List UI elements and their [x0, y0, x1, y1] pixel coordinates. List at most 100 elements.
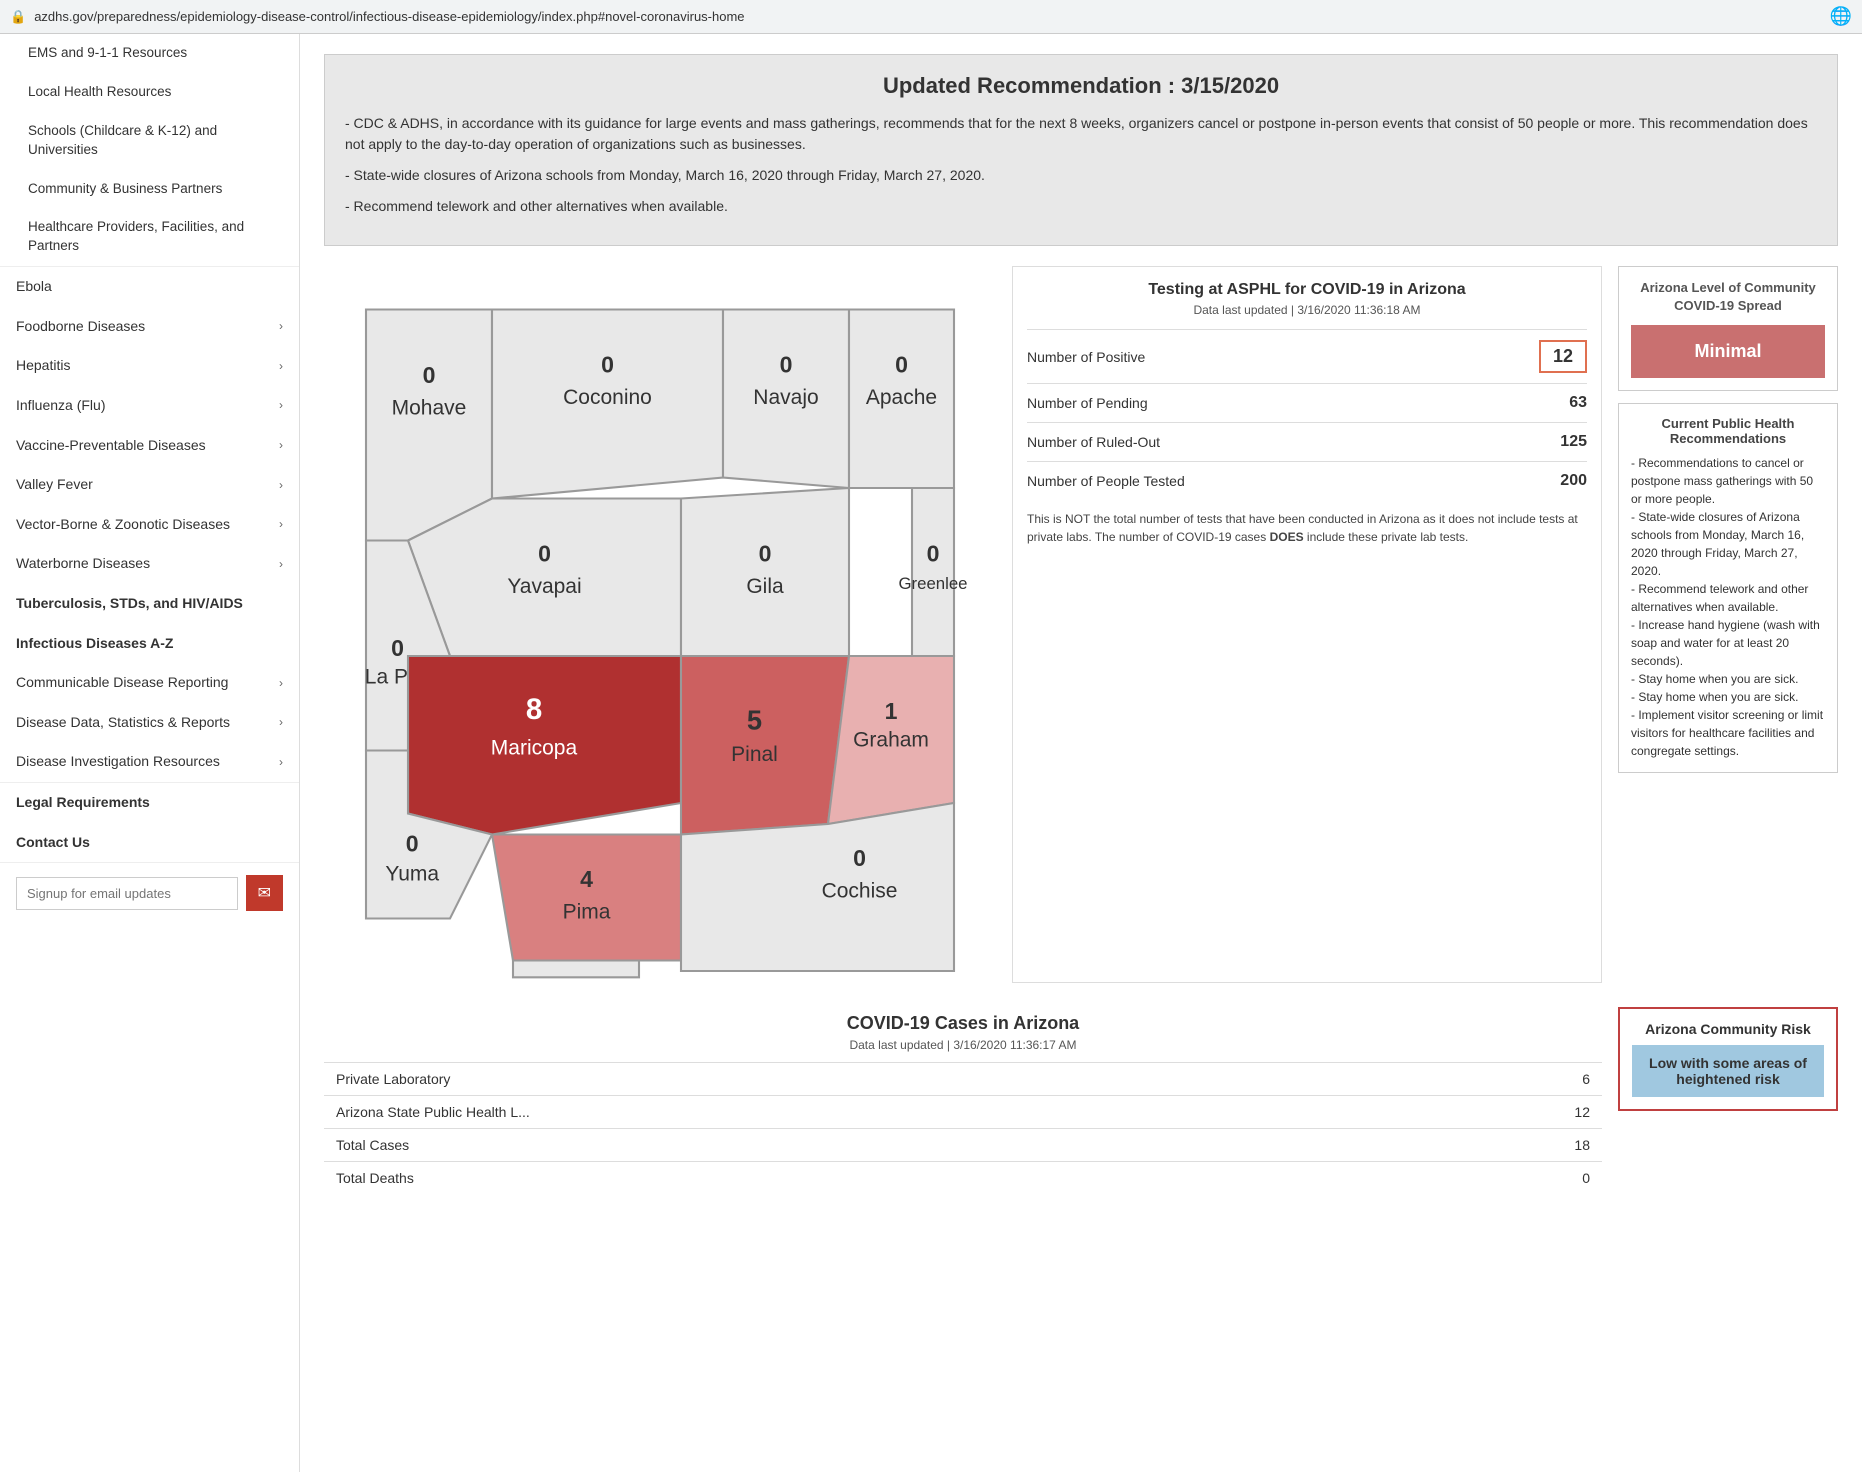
svg-text:5: 5: [747, 705, 762, 736]
chevron-right-icon: ›: [279, 714, 283, 731]
pima-county: [492, 835, 681, 961]
svg-text:0: 0: [391, 635, 404, 661]
testing-row-positive: Number of Positive 12: [1027, 329, 1587, 383]
santacruz-county: [513, 961, 639, 978]
people-tested-value: 200: [1560, 472, 1587, 490]
svg-text:Cochise: Cochise: [822, 880, 898, 903]
sidebar-item-vaccine[interactable]: Vaccine-Preventable Diseases ›: [0, 426, 299, 466]
svg-text:1: 1: [885, 698, 898, 724]
chevron-right-icon: ›: [279, 675, 283, 692]
cases-table: Private Laboratory 6 Arizona State Publi…: [324, 1062, 1602, 1194]
sidebar-item-valley-fever[interactable]: Valley Fever ›: [0, 465, 299, 505]
chevron-right-icon: ›: [279, 754, 283, 771]
total-deaths-label: Total Deaths: [324, 1162, 1405, 1195]
arizona-map-svg: 0 Mohave 0 Coconino 0 Navajo 0 Apache: [324, 266, 996, 983]
svg-text:0: 0: [895, 352, 908, 378]
svg-text:Yavapai: Yavapai: [507, 575, 581, 598]
sidebar-item-ems[interactable]: EMS and 9-1-1 Resources: [0, 34, 299, 73]
browser-url: azdhs.gov/preparedness/epidemiology-dise…: [34, 9, 1821, 24]
svg-text:0: 0: [423, 362, 436, 388]
email-input[interactable]: [16, 877, 238, 910]
chevron-right-icon: ›: [279, 556, 283, 573]
svg-text:0: 0: [406, 830, 419, 856]
sidebar-item-influenza[interactable]: Influenza (Flu) ›: [0, 386, 299, 426]
email-submit-button[interactable]: ✉: [246, 875, 283, 911]
community-risk-title: Arizona Community Risk: [1632, 1021, 1824, 1037]
testing-box: Testing at ASPHL for COVID-19 in Arizona…: [1012, 266, 1602, 983]
asphl-value: 12: [1405, 1096, 1602, 1129]
svg-text:Navajo: Navajo: [753, 386, 818, 409]
sidebar-item-waterborne[interactable]: Waterborne Diseases ›: [0, 544, 299, 584]
sidebar-item-contact[interactable]: Contact Us: [0, 823, 299, 863]
svg-text:Greenlee: Greenlee: [898, 574, 967, 593]
svg-text:0: 0: [538, 541, 551, 567]
svg-text:Pima: Pima: [563, 901, 611, 924]
testing-note: This is NOT the total number of tests th…: [1027, 510, 1587, 546]
sidebar-item-communicable[interactable]: Communicable Disease Reporting ›: [0, 663, 299, 703]
public-health-recommendations: - Recommendations to cancel or postpone …: [1631, 454, 1825, 760]
az-map-area: 0 Mohave 0 Coconino 0 Navajo 0 Apache: [324, 266, 996, 983]
chevron-right-icon: ›: [279, 318, 283, 335]
sidebar-item-community-business[interactable]: Community & Business Partners: [0, 170, 299, 209]
svg-text:Gila: Gila: [746, 575, 784, 598]
right-panel: Arizona Level of Community COVID-19 Spre…: [1618, 266, 1838, 983]
sidebar-item-schools[interactable]: Schools (Childcare & K-12) and Universit…: [0, 112, 299, 170]
table-row: Total Deaths 0: [324, 1162, 1602, 1195]
community-spread-title: Arizona Level of Community COVID-19 Spre…: [1631, 279, 1825, 315]
testing-row-people-tested: Number of People Tested 200: [1027, 461, 1587, 500]
community-spread-box: Arizona Level of Community COVID-19 Spre…: [1618, 266, 1838, 391]
translate-icon[interactable]: 🌐: [1830, 6, 1852, 27]
chevron-right-icon: ›: [279, 477, 283, 494]
recommendation-para-2: - State-wide closures of Arizona schools…: [345, 165, 1817, 186]
svg-text:0: 0: [759, 541, 772, 567]
greenlee-county: [912, 488, 954, 656]
public-health-box: Current Public Health Recommendations - …: [1618, 403, 1838, 773]
middle-row: 0 Mohave 0 Coconino 0 Navajo 0 Apache: [324, 266, 1838, 983]
recommendation-box: Updated Recommendation : 3/15/2020 - CDC…: [324, 54, 1838, 246]
sidebar-item-foodborne[interactable]: Foodborne Diseases ›: [0, 307, 299, 347]
sidebar-item-local-health[interactable]: Local Health Resources: [0, 73, 299, 112]
main-content: Updated Recommendation : 3/15/2020 - CDC…: [300, 34, 1862, 1472]
sidebar-item-hepatitis[interactable]: Hepatitis ›: [0, 346, 299, 386]
testing-row-ruled-out: Number of Ruled-Out 125: [1027, 422, 1587, 461]
ruled-out-value: 125: [1560, 433, 1587, 451]
recommendation-para-3: - Recommend telework and other alternati…: [345, 196, 1817, 217]
sidebar-item-tuberculosis[interactable]: Tuberculosis, STDs, and HIV/AIDS: [0, 584, 299, 624]
sidebar-item-ebola[interactable]: Ebola: [0, 267, 299, 307]
pending-label: Number of Pending: [1027, 395, 1148, 411]
svg-text:Mohave: Mohave: [392, 397, 467, 420]
sidebar-bottom-section: Legal Requirements Contact Us: [0, 783, 299, 863]
mohave-county: [366, 310, 492, 541]
svg-text:Graham: Graham: [853, 728, 929, 751]
svg-text:0: 0: [927, 541, 940, 567]
sidebar-item-disease-data[interactable]: Disease Data, Statistics & Reports ›: [0, 703, 299, 743]
community-spread-level: Minimal: [1631, 325, 1825, 378]
sidebar: EMS and 9-1-1 Resources Local Health Res…: [0, 34, 300, 1472]
ruled-out-label: Number of Ruled-Out: [1027, 434, 1160, 450]
sidebar-item-disease-investigation[interactable]: Disease Investigation Resources ›: [0, 742, 299, 782]
table-row: Private Laboratory 6: [324, 1063, 1602, 1096]
sidebar-item-healthcare[interactable]: Healthcare Providers, Facilities, and Pa…: [0, 208, 299, 266]
sidebar-item-infectious-az[interactable]: Infectious Diseases A-Z: [0, 624, 299, 664]
positive-value: 12: [1539, 340, 1587, 373]
pending-value: 63: [1569, 394, 1587, 412]
svg-text:Coconino: Coconino: [563, 386, 652, 409]
recommendation-title: Updated Recommendation : 3/15/2020: [345, 73, 1817, 99]
public-health-title: Current Public Health Recommendations: [1631, 416, 1825, 446]
svg-text:Maricopa: Maricopa: [491, 737, 578, 760]
table-row: Arizona State Public Health L... 12: [324, 1096, 1602, 1129]
svg-text:0: 0: [601, 352, 614, 378]
lock-icon: 🔒: [10, 9, 26, 25]
positive-label: Number of Positive: [1027, 349, 1145, 365]
gila-county: [681, 488, 849, 656]
svg-text:8: 8: [526, 693, 542, 726]
testing-title: Testing at ASPHL for COVID-19 in Arizona: [1027, 281, 1587, 299]
total-cases-value: 18: [1405, 1129, 1602, 1162]
people-tested-label: Number of People Tested: [1027, 473, 1185, 489]
sidebar-item-vector-borne[interactable]: Vector-Borne & Zoonotic Diseases ›: [0, 505, 299, 545]
total-deaths-value: 0: [1405, 1162, 1602, 1195]
asphl-label: Arizona State Public Health L...: [324, 1096, 1405, 1129]
sidebar-item-legal[interactable]: Legal Requirements: [0, 783, 299, 823]
table-row: Total Cases 18: [324, 1129, 1602, 1162]
testing-last-updated: Data last updated | 3/16/2020 11:36:18 A…: [1027, 303, 1587, 317]
